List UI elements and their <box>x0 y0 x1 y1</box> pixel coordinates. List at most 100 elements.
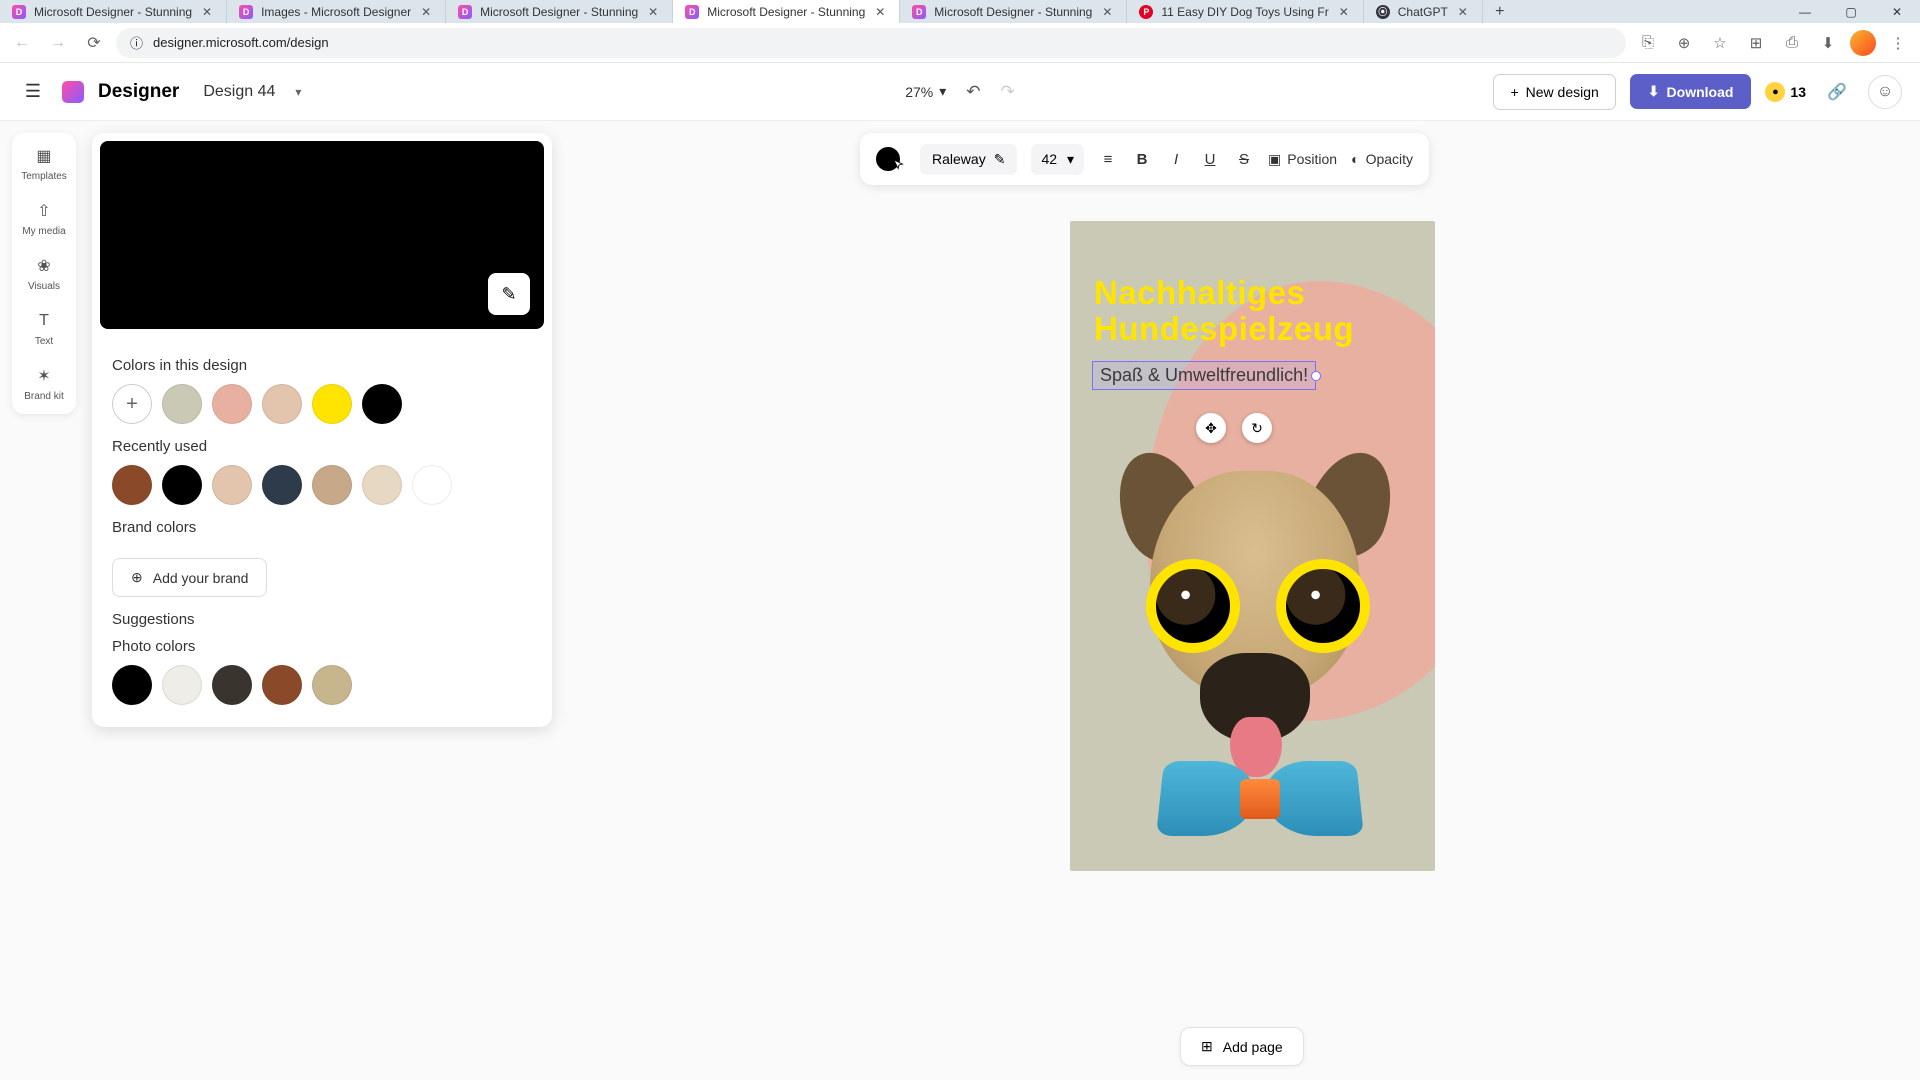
color-swatch[interactable] <box>412 465 452 505</box>
color-swatch[interactable] <box>312 665 352 705</box>
add-color-button[interactable]: + <box>112 384 152 424</box>
tab-5[interactable]: P11 Easy DIY Dog Toys Using Fr✕ <box>1127 0 1363 23</box>
undo-button[interactable]: ↶ <box>966 82 980 102</box>
close-icon[interactable]: ✕ <box>1456 5 1470 19</box>
pug-image[interactable] <box>1090 431 1420 871</box>
color-preview: ✎ <box>100 141 544 329</box>
color-swatch[interactable] <box>162 665 202 705</box>
color-swatch[interactable] <box>262 465 302 505</box>
rail-text[interactable]: TText <box>33 310 55 347</box>
color-swatch[interactable] <box>162 465 202 505</box>
site-info-icon[interactable]: ⓘ <box>130 33 143 52</box>
close-icon[interactable]: ✕ <box>200 5 214 19</box>
strikethrough-button[interactable]: S <box>1234 151 1254 168</box>
color-swatch[interactable] <box>212 384 252 424</box>
new-design-button[interactable]: +New design <box>1493 74 1615 110</box>
download-label: Download <box>1667 84 1734 100</box>
eyedropper-button[interactable]: ✎ <box>488 273 530 315</box>
color-swatch[interactable] <box>262 384 302 424</box>
tab-6[interactable]: ⦿ChatGPT✕ <box>1364 0 1483 23</box>
color-swatch[interactable] <box>312 384 352 424</box>
workspace: ▦Templates ⇧My media ❀Visuals TText ✶Bra… <box>0 121 1920 1080</box>
resize-handle[interactable] <box>1311 371 1321 381</box>
menu-button[interactable]: ☰ <box>18 77 48 107</box>
color-swatch[interactable] <box>162 384 202 424</box>
close-icon[interactable]: ✕ <box>1337 5 1351 19</box>
reload-button[interactable]: ⟳ <box>80 29 108 57</box>
design-canvas[interactable]: Nachhaltiges Hundespielzeug Spaß & Umwel… <box>1070 221 1435 871</box>
tab-4[interactable]: DMicrosoft Designer - Stunning✕ <box>900 0 1127 23</box>
account-button[interactable]: ☺ <box>1868 75 1902 109</box>
redo-button[interactable]: ↷ <box>1001 82 1015 102</box>
font-family-picker[interactable]: Raleway✎ <box>920 144 1017 175</box>
headline-text[interactable]: Nachhaltiges Hundespielzeug <box>1094 275 1354 348</box>
subtitle-text: Spaß & Umweltfreundlich! <box>1100 365 1308 385</box>
selected-text-box[interactable]: Spaß & Umweltfreundlich! <box>1092 361 1316 390</box>
rail-templates[interactable]: ▦Templates <box>21 145 67 182</box>
tab-3[interactable]: DMicrosoft Designer - Stunning✕ <box>673 0 900 23</box>
color-swatch[interactable] <box>362 384 402 424</box>
share-button[interactable]: 🔗 <box>1820 75 1854 109</box>
underline-button[interactable]: U <box>1200 151 1220 168</box>
close-window-button[interactable]: ✕ <box>1874 0 1920 23</box>
extensions-icon[interactable]: ⊞ <box>1742 29 1770 57</box>
address-bar[interactable]: ⓘ designer.microsoft.com/design <box>116 28 1626 58</box>
bookmark-icon[interactable]: ☆ <box>1706 29 1734 57</box>
color-swatch[interactable] <box>112 665 152 705</box>
back-button[interactable]: ← <box>8 29 36 57</box>
close-icon[interactable]: ✕ <box>646 5 660 19</box>
tab-title: Images - Microsoft Designer <box>261 5 411 19</box>
chevron-down-icon[interactable]: ▾ <box>295 85 301 99</box>
tab-2[interactable]: DMicrosoft Designer - Stunning✕ <box>446 0 673 23</box>
browser-menu-icon[interactable]: ⋮ <box>1884 29 1912 57</box>
add-brand-button[interactable]: ⊕Add your brand <box>112 558 267 597</box>
maximize-button[interactable]: ▢ <box>1828 0 1874 23</box>
side-rail: ▦Templates ⇧My media ❀Visuals TText ✶Bra… <box>12 133 76 414</box>
designer-favicon-icon: D <box>685 5 699 19</box>
color-swatch[interactable] <box>212 465 252 505</box>
downloads-icon[interactable]: ⬇ <box>1814 29 1842 57</box>
add-page-button[interactable]: ⊞ Add page <box>1180 1027 1304 1066</box>
opacity-label: Opacity <box>1366 151 1413 167</box>
add-page-label: Add page <box>1223 1039 1283 1055</box>
color-swatch[interactable] <box>112 465 152 505</box>
color-swatch[interactable] <box>212 665 252 705</box>
zoom-level[interactable]: 27%▾ <box>905 83 946 100</box>
pinterest-favicon-icon: P <box>1139 5 1153 19</box>
section-title: Brand colors <box>112 519 532 536</box>
opacity-button[interactable]: ◐Opacity <box>1351 151 1413 167</box>
align-button[interactable]: ≡ <box>1098 151 1118 168</box>
profile-avatar[interactable] <box>1850 30 1876 56</box>
close-icon[interactable]: ✕ <box>419 5 433 19</box>
photo-colors-row <box>112 665 532 705</box>
rail-brand-kit[interactable]: ✶Brand kit <box>24 365 63 402</box>
color-swatch[interactable] <box>362 465 402 505</box>
color-swatch[interactable] <box>312 465 352 505</box>
color-swatch[interactable] <box>262 665 302 705</box>
new-incognito-icon[interactable]: ⎙ <box>1778 29 1806 57</box>
close-icon[interactable]: ✕ <box>1100 5 1114 19</box>
install-app-icon[interactable]: ⎘ <box>1634 29 1662 57</box>
position-button[interactable]: ▣Position <box>1268 151 1337 168</box>
credits-counter[interactable]: ●13 <box>1765 82 1806 102</box>
tab-1[interactable]: DImages - Microsoft Designer✕ <box>227 0 446 23</box>
document-name[interactable]: Design 44 <box>203 83 275 101</box>
color-panel: ✎ Colors in this design + Recently used <box>92 133 552 727</box>
zoom-icon[interactable]: ⊕ <box>1670 29 1698 57</box>
upload-icon: ⇧ <box>33 200 55 222</box>
new-tab-button[interactable]: + <box>1483 0 1517 23</box>
tab-0[interactable]: DMicrosoft Designer - Stunning✕ <box>0 0 227 23</box>
tab-title: Microsoft Designer - Stunning <box>934 5 1092 19</box>
minimize-button[interactable]: — <box>1782 0 1828 23</box>
rail-my-media[interactable]: ⇧My media <box>22 200 65 237</box>
edit-icon: ✎ <box>994 151 1006 168</box>
close-icon[interactable]: ✕ <box>873 5 887 19</box>
section-title: Suggestions <box>112 611 532 628</box>
rail-visuals[interactable]: ❀Visuals <box>28 255 60 292</box>
forward-button[interactable]: → <box>44 29 72 57</box>
font-size-picker[interactable]: 42▾ <box>1031 144 1084 175</box>
brand-kit-icon: ✶ <box>33 365 55 387</box>
bold-button[interactable]: B <box>1132 151 1152 168</box>
download-button[interactable]: ⬇Download <box>1630 74 1752 109</box>
italic-button[interactable]: I <box>1166 151 1186 168</box>
